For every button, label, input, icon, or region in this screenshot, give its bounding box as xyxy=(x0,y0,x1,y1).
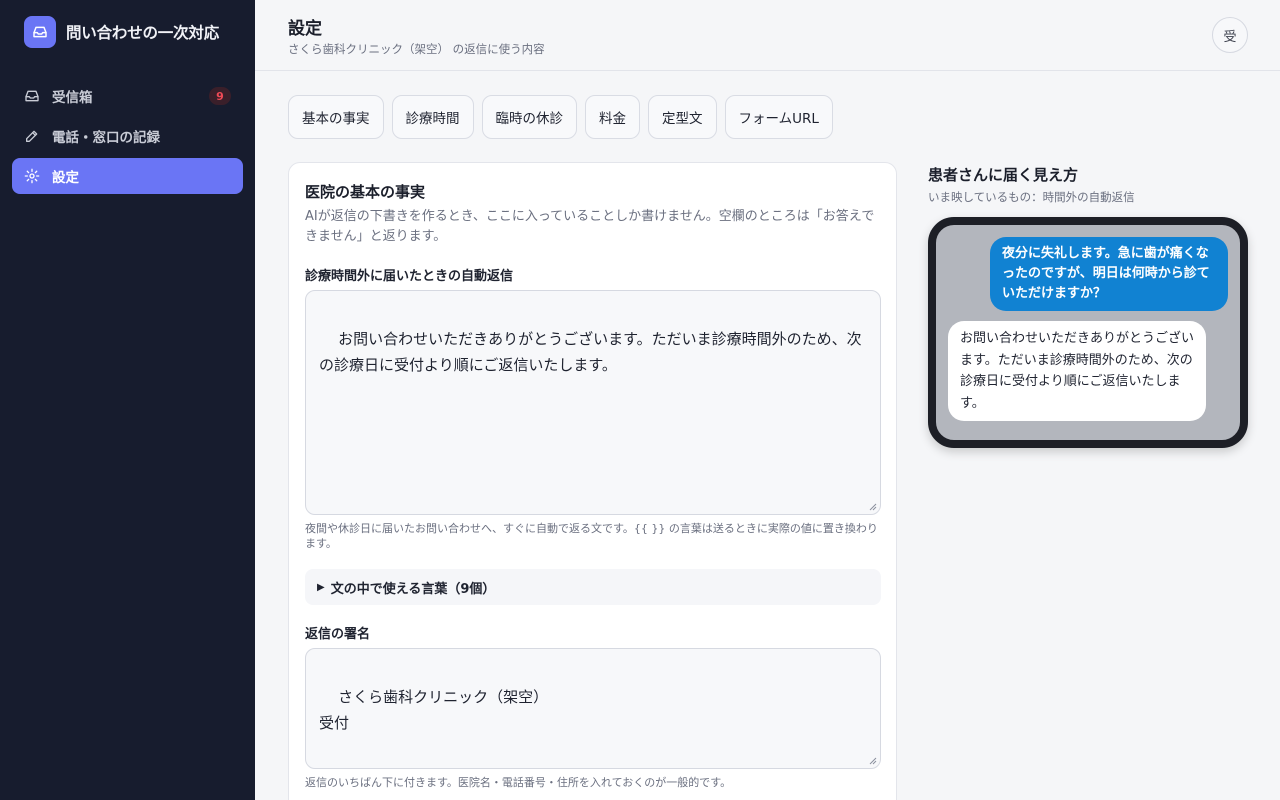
signature-textarea[interactable]: さくら歯科クリニック（架空） 受付 xyxy=(305,648,881,769)
card-description: AIが返信の下書きを作るとき、ここに入っていることしか書けません。空欄のところは… xyxy=(305,209,875,244)
triangle-right-icon: ▶ xyxy=(317,581,325,593)
resize-handle-icon[interactable] xyxy=(869,757,877,765)
auto-reply-text: お問い合わせいただきありがとうございます。ただいま診療時間外のため、次の診療日に… xyxy=(319,330,862,374)
tab-hours[interactable]: 診療時間 xyxy=(391,95,474,139)
variables-toggle[interactable]: ▶ 文の中で使える言葉（9個） xyxy=(305,569,881,605)
brand: 問い合わせの一次対応 xyxy=(0,0,255,64)
sidebar-nav: 受信箱 9 電話・窓口の記録 設定 xyxy=(0,78,255,194)
reply-message-bubble: お問い合わせいただきありがとうございます。ただいま診療時間外のため、次の診療日に… xyxy=(948,321,1206,421)
sidebar-item-label: 電話・窓口の記録 xyxy=(52,130,160,146)
sidebar-item-label: 受信箱 xyxy=(52,90,93,106)
variables-toggle-label: 文の中で使える言葉（9個） xyxy=(330,581,496,597)
signature-help: 返信のいちばん下に付きます。医院名・電話番号・住所を入れておくのが一般的です。 xyxy=(305,776,732,789)
page-header: 設定 さくら歯科クリニック（架空） の返信に使う内容 受 xyxy=(255,0,1280,71)
tab-fees[interactable]: 料金 xyxy=(585,95,640,139)
card-title: 医院の基本の事実 xyxy=(305,183,426,201)
page-title: 設定 xyxy=(288,19,322,39)
page-subtitle: さくら歯科クリニック（架空） の返信に使う内容 xyxy=(288,42,545,56)
sidebar-item-inbox[interactable]: 受信箱 9 xyxy=(12,78,243,114)
auto-reply-help: 夜間や休診日に届いたお問い合わせへ、すぐに自動で返る文です。{{ }} の言葉は… xyxy=(305,522,878,550)
app-title: 問い合わせの一次対応 xyxy=(66,24,220,42)
unread-count-badge: 9 xyxy=(209,87,231,105)
settings-tabs: 基本の事実 診療時間 臨時の休診 料金 定型文 フォームURL xyxy=(288,95,833,139)
pencil-icon xyxy=(24,128,40,144)
patient-message-bubble: 夜分に失礼します。急に歯が痛くなったのですが、明日は何時から診ていただけますか？ xyxy=(990,237,1228,311)
sidebar-item-settings[interactable]: 設定 xyxy=(12,158,243,194)
inbox-logo-icon xyxy=(24,16,56,48)
tab-temporary-closure[interactable]: 臨時の休診 xyxy=(481,95,577,139)
auto-reply-textarea[interactable]: お問い合わせいただきありがとうございます。ただいま診療時間外のため、次の診療日に… xyxy=(305,290,881,515)
auto-reply-label: 診療時間外に届いたときの自動返信 xyxy=(305,269,514,284)
inbox-icon xyxy=(24,88,40,104)
preview-subtitle: いま映しているもの：時間外の自動返信 xyxy=(928,190,1135,204)
preview-title: 患者さんに届く見え方 xyxy=(928,166,1079,184)
tab-form-url[interactable]: フォームURL xyxy=(724,95,833,139)
tab-templates[interactable]: 定型文 xyxy=(648,95,717,139)
basic-facts-card: 医院の基本の事実 AIが返信の下書きを作るとき、ここに入っていることしか書けませ… xyxy=(288,162,897,800)
gear-icon xyxy=(24,168,40,184)
phone-preview: 夜分に失礼します。急に歯が痛くなったのですが、明日は何時から診ていただけますか？… xyxy=(928,217,1248,448)
resize-handle-icon[interactable] xyxy=(869,503,877,511)
avatar[interactable]: 受 xyxy=(1212,17,1248,53)
signature-label: 返信の署名 xyxy=(305,627,371,642)
sidebar: 問い合わせの一次対応 受信箱 9 電話・窓口の記録 設定 xyxy=(0,0,255,800)
signature-text: さくら歯科クリニック（架空） 受付 xyxy=(319,688,549,732)
sidebar-item-call-log[interactable]: 電話・窓口の記録 xyxy=(12,118,243,154)
tab-basic-facts[interactable]: 基本の事実 xyxy=(288,95,384,139)
sidebar-item-label: 設定 xyxy=(52,170,79,186)
